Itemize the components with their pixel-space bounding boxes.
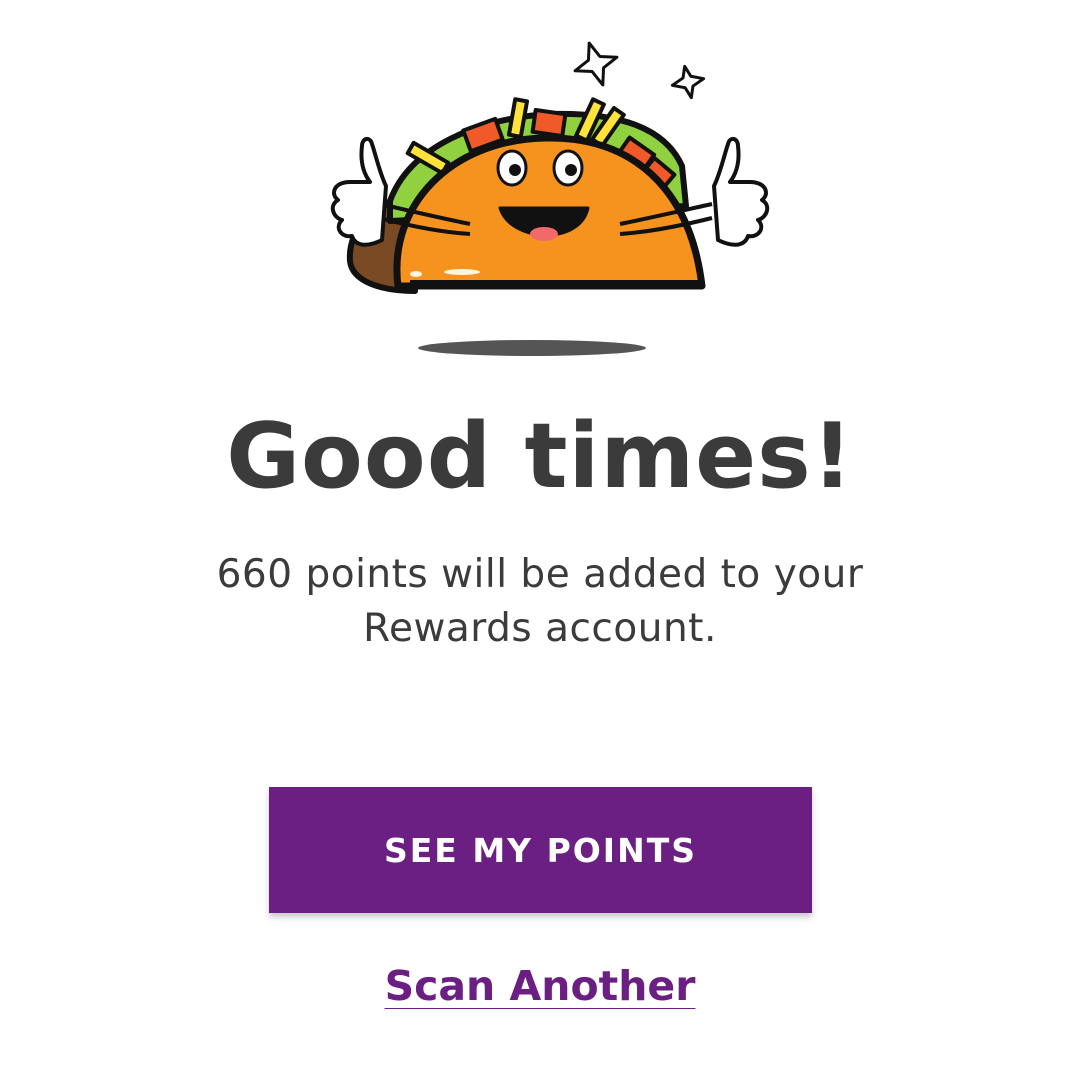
taco-mascot-icon [330, 41, 770, 356]
see-my-points-label: SEE MY POINTS [384, 830, 697, 870]
points-message-text: points will be added to your Rewards acc… [292, 552, 864, 651]
see-my-points-button[interactable]: SEE MY POINTS [269, 787, 812, 913]
scan-another-container: Scan Another [0, 962, 1080, 1010]
sparkle-icon [573, 41, 706, 100]
points-value: 660 [216, 552, 293, 597]
points-message: 660 points will be added to your Rewards… [190, 548, 890, 656]
confirmation-screen: Good times! 660 points will be added to … [0, 0, 1080, 1080]
headline: Good times! [226, 404, 854, 509]
scan-another-link[interactable]: Scan Another [385, 962, 696, 1010]
